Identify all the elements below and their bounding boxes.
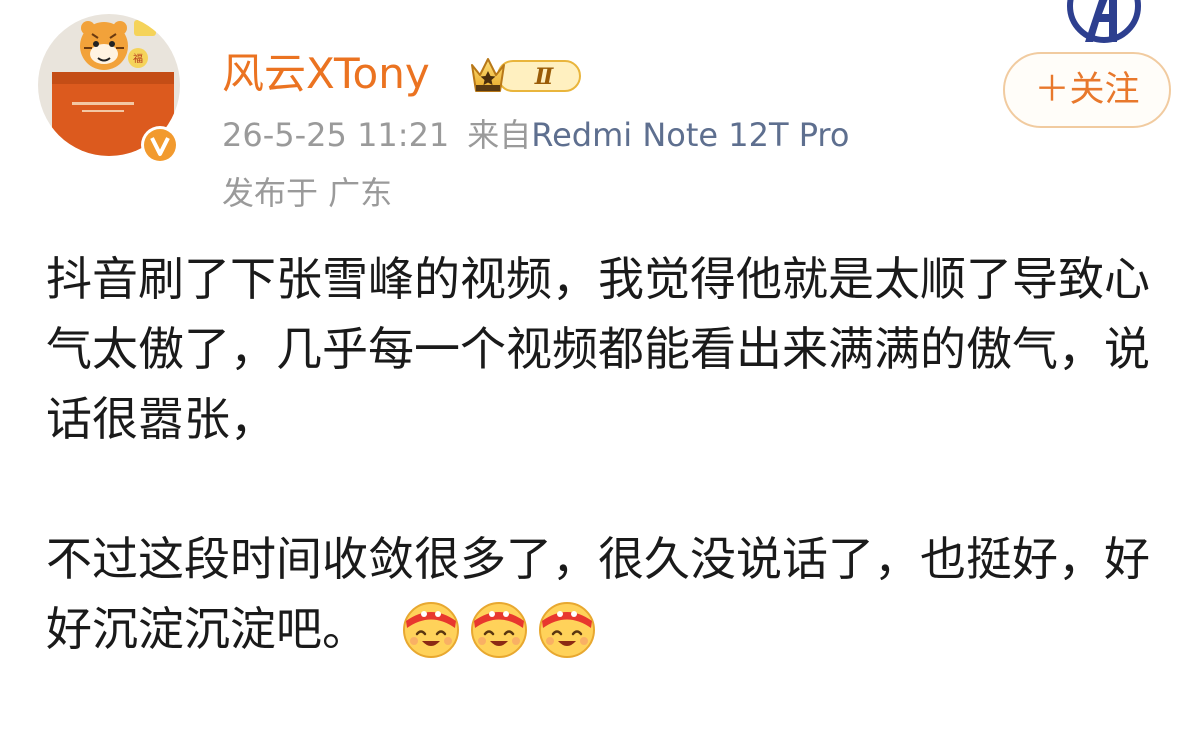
grinning-headband-emoji (471, 602, 527, 658)
vip-level-text: Ⅱ (534, 64, 555, 90)
post-device-source[interactable]: Redmi Note 12T Pro (531, 116, 849, 154)
post-meta: 26-5-25 11:21 来自Redmi Note 12T Pro (222, 110, 849, 160)
weibo-post-card: 福 风云XTony Ⅱ 26-5-25 11:21 来自Redmi Note 12… (0, 0, 1200, 743)
verified-badge-icon (141, 126, 179, 164)
post-content: 抖音刷了下张雪峰的视频，我觉得他就是太顺了导致心气太傲了，几乎每一个视频都能看出… (46, 244, 1176, 664)
post-paragraph-text: 不过这段时间收敛很多了，很久没说话了，也挺好，好好沉淀沉淀吧。 (46, 532, 1150, 656)
grinning-headband-emoji (403, 602, 459, 658)
svg-text:福: 福 (133, 52, 143, 65)
avengers-emblem-icon (1067, 0, 1141, 43)
username[interactable]: 风云XTony (222, 44, 430, 104)
follow-button[interactable]: ＋关注 (1003, 52, 1171, 128)
post-paragraph: 不过这段时间收敛很多了，很久没说话了，也挺好，好好沉淀沉淀吧。 (46, 524, 1176, 664)
vip-level-badge[interactable]: Ⅱ (468, 53, 584, 97)
post-timestamp: 26-5-25 11:21 (222, 116, 450, 154)
grinning-headband-emoji (539, 602, 595, 658)
post-paragraph: 抖音刷了下张雪峰的视频，我觉得他就是太顺了导致心气太傲了，几乎每一个视频都能看出… (46, 252, 1150, 446)
source-prefix: 来自 (467, 116, 532, 154)
post-location: 发布于 广东 (222, 174, 393, 212)
